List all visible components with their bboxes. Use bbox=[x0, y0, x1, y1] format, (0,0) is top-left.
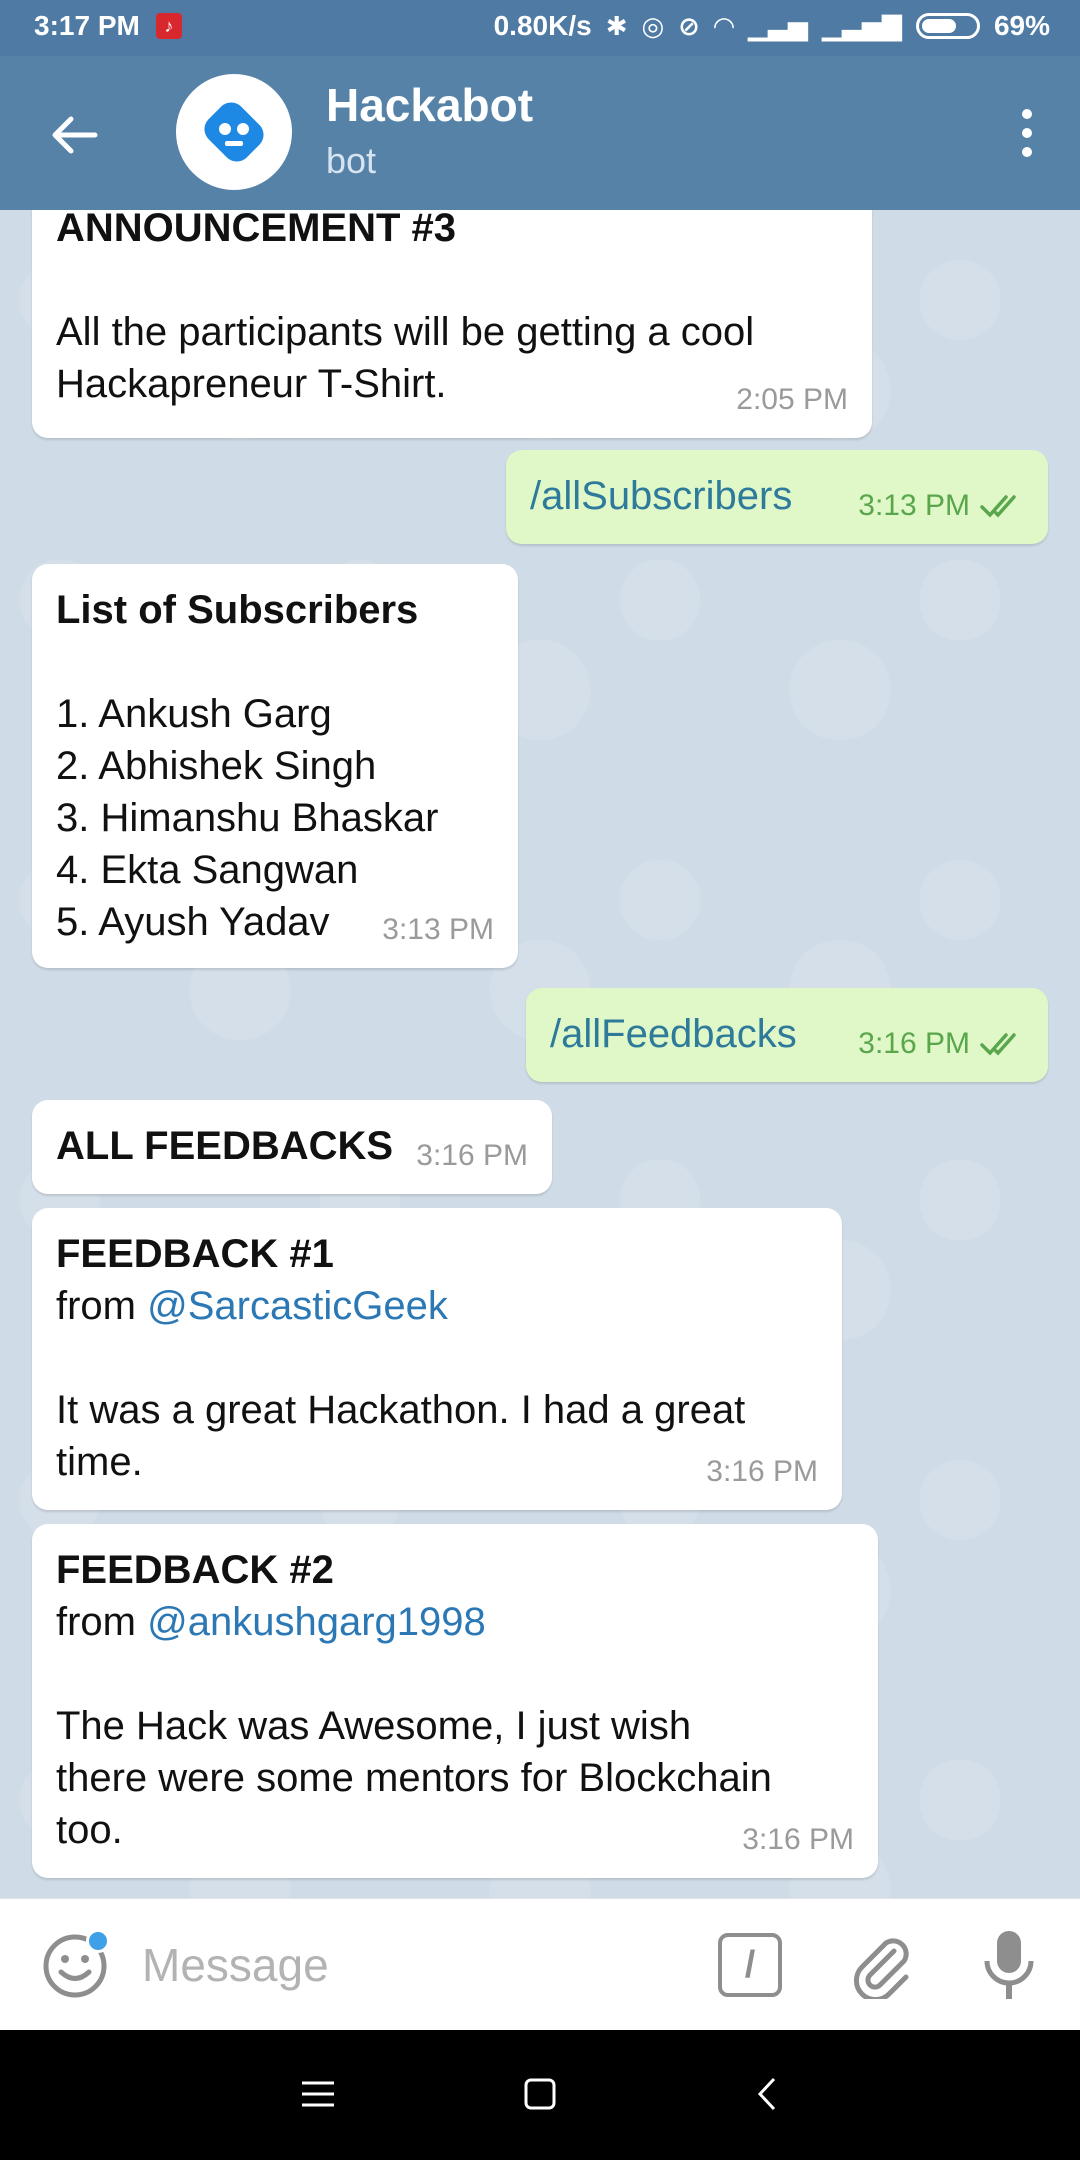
message-time: 3:16 PM bbox=[858, 1018, 1024, 1070]
mute-icon: ⊘ bbox=[678, 11, 700, 41]
clock: 3:17 PM bbox=[34, 10, 140, 41]
message-text: It was a great Hackathon. I had a great bbox=[56, 1388, 746, 1432]
battery-percent: 69% bbox=[993, 10, 1050, 41]
nav-menu-button[interactable] bbox=[288, 2064, 348, 2124]
system-navigation-bar bbox=[0, 2030, 1080, 2160]
message-time: 3:16 PM bbox=[416, 1139, 528, 1172]
message-time: 3:13 PM bbox=[858, 480, 1024, 532]
list-item: 4. Ekta Sangwan bbox=[56, 848, 359, 892]
nav-back-button[interactable] bbox=[736, 2064, 796, 2124]
home-square-icon bbox=[524, 2078, 556, 2110]
message-time: 3:13 PM bbox=[382, 913, 494, 946]
chat-subtitle: bot bbox=[326, 140, 377, 181]
more-vertical-icon bbox=[1022, 109, 1032, 119]
chat-header: Hackabot bot bbox=[0, 56, 1080, 210]
battery-icon bbox=[915, 13, 980, 39]
message-list[interactable]: ANNOUNCEMENT #3 ​ All the participants w… bbox=[0, 210, 1080, 1898]
arrow-left-icon bbox=[52, 116, 98, 154]
signal-icon-2: ▁▃▅▇ bbox=[821, 11, 902, 41]
status-bar: 3:17 PM ♪ 0.80K/s ✱ ◎ ⊘ ◠ ▁▃▅ ▁▃▅▇ 69% bbox=[0, 0, 1080, 56]
message-bubble[interactable]: List of Subscribers ​ 1. Ankush Garg 2. … bbox=[32, 564, 518, 968]
message-time: 3:16 PM bbox=[742, 1823, 854, 1856]
attach-button[interactable] bbox=[846, 1929, 916, 2003]
message-heading: FEEDBACK #2 bbox=[56, 1548, 334, 1592]
bot-commands-button[interactable]: / bbox=[718, 1933, 782, 1997]
user-mention-link[interactable]: @SarcasticGeek bbox=[147, 1284, 448, 1328]
outgoing-message-bubble[interactable]: /allFeedbacks 3:16 PM bbox=[526, 988, 1048, 1082]
music-app-icon: ♪ bbox=[155, 13, 182, 39]
paperclip-icon bbox=[853, 1938, 909, 2003]
message-text: The Hack was Awesome, I just wish bbox=[56, 1704, 692, 1748]
message-bubble[interactable]: ANNOUNCEMENT #3 ​ All the participants w… bbox=[32, 210, 872, 438]
message-bubble[interactable]: FEEDBACK #1 from @SarcasticGeek ​ It was… bbox=[32, 1208, 842, 1510]
back-button[interactable] bbox=[40, 100, 110, 170]
nav-home-button[interactable] bbox=[510, 2064, 570, 2124]
robot-icon bbox=[204, 102, 264, 162]
wifi-icon: ◠ bbox=[713, 11, 734, 41]
chevron-left-icon bbox=[757, 2077, 776, 2111]
message-text: time. bbox=[56, 1440, 143, 1484]
double-check-icon bbox=[980, 495, 1016, 518]
list-item: 3. Himanshu Bhaskar bbox=[56, 796, 439, 840]
message-text: there were some mentors for Blockchain bbox=[56, 1756, 772, 1800]
message-text: too. bbox=[56, 1808, 123, 1852]
message-heading: List of Subscribers bbox=[56, 588, 419, 632]
message-input[interactable] bbox=[142, 1935, 662, 1995]
message-time: 3:16 PM bbox=[706, 1455, 818, 1488]
list-item: 2. Abhishek Singh bbox=[56, 744, 377, 788]
vibrate-icon: ◎ bbox=[641, 11, 665, 41]
user-mention-link[interactable]: @ankushgarg1998 bbox=[147, 1600, 486, 1644]
message-heading: FEEDBACK #1 bbox=[56, 1232, 334, 1276]
message-time: 2:05 PM bbox=[736, 383, 848, 416]
message-bubble[interactable]: FEEDBACK #2 from @ankushgarg1998 ​ The H… bbox=[32, 1524, 878, 1878]
chat-title[interactable]: Hackabot bbox=[326, 78, 533, 132]
signal-icon: ▁▃▅ bbox=[747, 11, 808, 41]
voice-message-button[interactable] bbox=[974, 1927, 1044, 2003]
bluetooth-icon: ✱ bbox=[605, 11, 628, 41]
menu-icon bbox=[302, 2081, 334, 2107]
slash-command-icon: / bbox=[744, 1943, 756, 1986]
bot-avatar[interactable] bbox=[176, 74, 292, 190]
notification-dot bbox=[86, 1929, 110, 1953]
list-item: 1. Ankush Garg bbox=[56, 692, 332, 736]
microphone-icon bbox=[984, 1931, 1034, 1999]
message-bubble[interactable]: ALL FEEDBACKS 3:16 PM bbox=[32, 1100, 552, 1194]
message-text: All the participants will be getting a c… bbox=[56, 310, 755, 354]
message-text: Hackapreneur T-Shirt. bbox=[56, 362, 447, 406]
outgoing-message-bubble[interactable]: /allSubscribers 3:13 PM bbox=[506, 450, 1048, 544]
double-check-icon bbox=[980, 1033, 1016, 1056]
more-options-button[interactable] bbox=[1002, 98, 1052, 168]
message-composer: / bbox=[0, 1898, 1080, 2030]
network-speed: 0.80K/s bbox=[493, 10, 592, 41]
message-heading: ANNOUNCEMENT #3 bbox=[56, 210, 457, 250]
